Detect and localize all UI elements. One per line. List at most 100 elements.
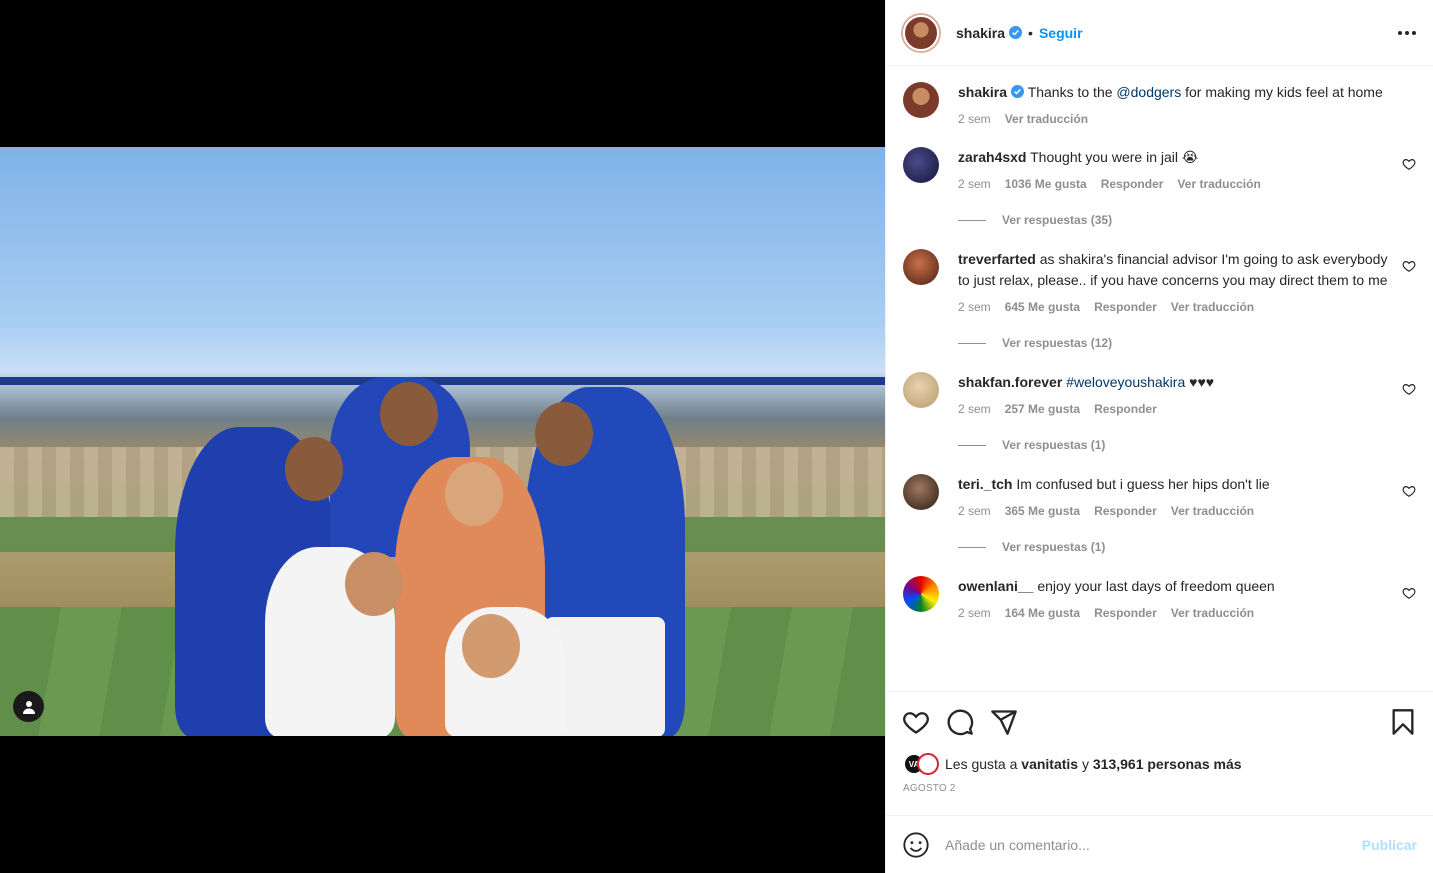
reply-button[interactable]: Responder (1101, 177, 1164, 191)
emoji-picker-icon[interactable] (902, 831, 930, 859)
post-side-panel: shakira • Seguir shakira Thanks to the @… (885, 0, 1433, 873)
comment-body: shakfan.forever #weloveyoushakira ♥♥♥ 2 … (958, 372, 1416, 416)
replies-line (958, 444, 986, 446)
commenter-username[interactable]: teri._tch (958, 476, 1012, 492)
caption-body: shakira Thanks to the @dodgers for makin… (958, 82, 1416, 126)
comment-text: shakfan.forever #weloveyoushakira ♥♥♥ (958, 372, 1388, 393)
comment-time: 2 sem (958, 606, 991, 620)
head (535, 402, 593, 466)
comment-meta: 2 sem 365 Me gusta Responder Ver traducc… (958, 504, 1388, 518)
verified-badge-icon (1011, 85, 1025, 98)
comment-item: zarah4sxd Thought you were in jail 😭 2 s… (903, 147, 1416, 191)
comment-item: treverfarted as shakira's financial advi… (903, 249, 1416, 314)
caption-mention-link[interactable]: @dodgers (1116, 84, 1181, 100)
follow-button[interactable]: Seguir (1039, 25, 1083, 41)
replies-line (958, 342, 986, 344)
comment-likes-link[interactable]: 1036 Me gusta (1005, 177, 1087, 191)
first-liker-link[interactable]: vanitatis (1021, 756, 1078, 772)
view-replies-button[interactable]: Ver respuestas (1) (958, 438, 1416, 452)
comment-text: teri._tch Im confused but i guess her hi… (958, 474, 1388, 495)
comment-likes-link[interactable]: 365 Me gusta (1005, 504, 1080, 518)
comment-hashtag-link[interactable]: #weloveyoushakira (1062, 374, 1185, 390)
comment-input[interactable] (945, 836, 1352, 853)
commenter-avatar[interactable] (903, 576, 939, 612)
reply-button[interactable]: Responder (1094, 606, 1157, 620)
user-icon (22, 700, 35, 714)
bookmark-save-icon[interactable] (1389, 708, 1417, 736)
comment-likes-link[interactable]: 164 Me gusta (1005, 606, 1080, 620)
comment-content: Im confused but i guess her hips don't l… (1012, 476, 1270, 492)
head (285, 437, 343, 501)
commenter-avatar[interactable] (903, 474, 939, 510)
view-replies-button[interactable]: Ver respuestas (35) (958, 213, 1416, 227)
translate-link[interactable]: Ver traducción (1171, 300, 1254, 314)
like-comment-heart-icon[interactable] (1402, 259, 1416, 273)
verified-badge-icon (1009, 26, 1023, 39)
like-comment-heart-icon[interactable] (1402, 586, 1416, 600)
view-replies-button[interactable]: Ver respuestas (1) (958, 540, 1416, 554)
comments-list[interactable]: shakira Thanks to the @dodgers for makin… (886, 66, 1433, 691)
stadium-banner (0, 377, 885, 385)
comment-time: 2 sem (958, 402, 991, 416)
likes-text: Les gusta a vanitatis y 313,961 personas… (945, 756, 1242, 772)
comment-meta: 2 sem 645 Me gusta Responder Ver traducc… (958, 300, 1388, 314)
commenter-avatar[interactable] (903, 372, 939, 408)
head (462, 614, 520, 678)
translate-link[interactable]: Ver traducción (1177, 177, 1260, 191)
liker-avatar[interactable] (917, 753, 939, 775)
author-avatar[interactable] (903, 14, 939, 51)
like-comment-heart-icon[interactable] (1402, 157, 1416, 171)
likes-count-link[interactable]: 313,961 personas más (1093, 756, 1242, 772)
post-date[interactable]: AGOSTO 2 (886, 777, 1433, 801)
head (345, 552, 403, 616)
comment-item: owenlani__ enjoy your last days of freed… (903, 576, 1416, 620)
comment-likes-link[interactable]: 257 Me gusta (1005, 402, 1080, 416)
share-send-icon[interactable] (990, 708, 1018, 736)
commenter-username[interactable]: owenlani__ (958, 578, 1033, 594)
comment-content: enjoy your last days of freedom queen (1033, 578, 1275, 594)
reply-button[interactable]: Responder (1094, 504, 1157, 518)
post-actions-bar (886, 691, 1433, 751)
add-comment-bar: Publicar (886, 815, 1433, 873)
more-options-icon[interactable] (1398, 30, 1416, 35)
like-comment-heart-icon[interactable] (1402, 382, 1416, 396)
comment-text: treverfarted as shakira's financial advi… (958, 249, 1388, 291)
commenter-avatar[interactable] (903, 147, 939, 183)
view-replies-label: Ver respuestas (1) (1002, 540, 1106, 554)
commenter-username[interactable]: treverfarted (958, 251, 1036, 267)
comment-meta: 2 sem 164 Me gusta Responder Ver traducc… (958, 606, 1388, 620)
caption-text-before: Thanks to the (1027, 84, 1117, 100)
caption-translate-link[interactable]: Ver traducción (1005, 112, 1088, 126)
commenter-avatar[interactable] (903, 249, 939, 285)
commenter-username[interactable]: zarah4sxd (958, 149, 1026, 165)
commenter-username[interactable]: shakfan.forever (958, 374, 1062, 390)
comment-meta: 2 sem 257 Me gusta Responder (958, 402, 1388, 416)
post-photo[interactable] (0, 147, 885, 736)
comment-likes-link[interactable]: 645 Me gusta (1005, 300, 1080, 314)
comment-content: Thought you were in jail 😭 (1026, 149, 1199, 165)
publish-button[interactable]: Publicar (1362, 837, 1417, 853)
replies-line (958, 219, 986, 221)
translate-link[interactable]: Ver traducción (1171, 504, 1254, 518)
comment-body: teri._tch Im confused but i guess her hi… (958, 474, 1416, 518)
like-heart-icon[interactable] (902, 708, 930, 736)
post-header: shakira • Seguir (886, 0, 1433, 66)
comment-bubble-icon[interactable] (946, 708, 974, 736)
reply-button[interactable]: Responder (1094, 402, 1157, 416)
view-replies-label: Ver respuestas (1) (1002, 438, 1106, 452)
caption-username[interactable]: shakira (958, 84, 1007, 100)
instagram-post-modal: shakira • Seguir shakira Thanks to the @… (0, 0, 1433, 873)
author-avatar[interactable] (903, 82, 939, 118)
like-comment-heart-icon[interactable] (1402, 484, 1416, 498)
comment-time: 2 sem (958, 177, 991, 191)
separator-dot: • (1028, 24, 1033, 41)
view-replies-button[interactable]: Ver respuestas (12) (958, 336, 1416, 350)
reply-button[interactable]: Responder (1094, 300, 1157, 314)
head (445, 462, 503, 526)
view-replies-label: Ver respuestas (35) (1002, 213, 1113, 227)
comment-meta: 2 sem 1036 Me gusta Responder Ver traduc… (958, 177, 1388, 191)
comment-body: zarah4sxd Thought you were in jail 😭 2 s… (958, 147, 1416, 191)
translate-link[interactable]: Ver traducción (1171, 606, 1254, 620)
tagged-users-button[interactable] (13, 691, 44, 722)
author-username[interactable]: shakira (956, 25, 1005, 41)
